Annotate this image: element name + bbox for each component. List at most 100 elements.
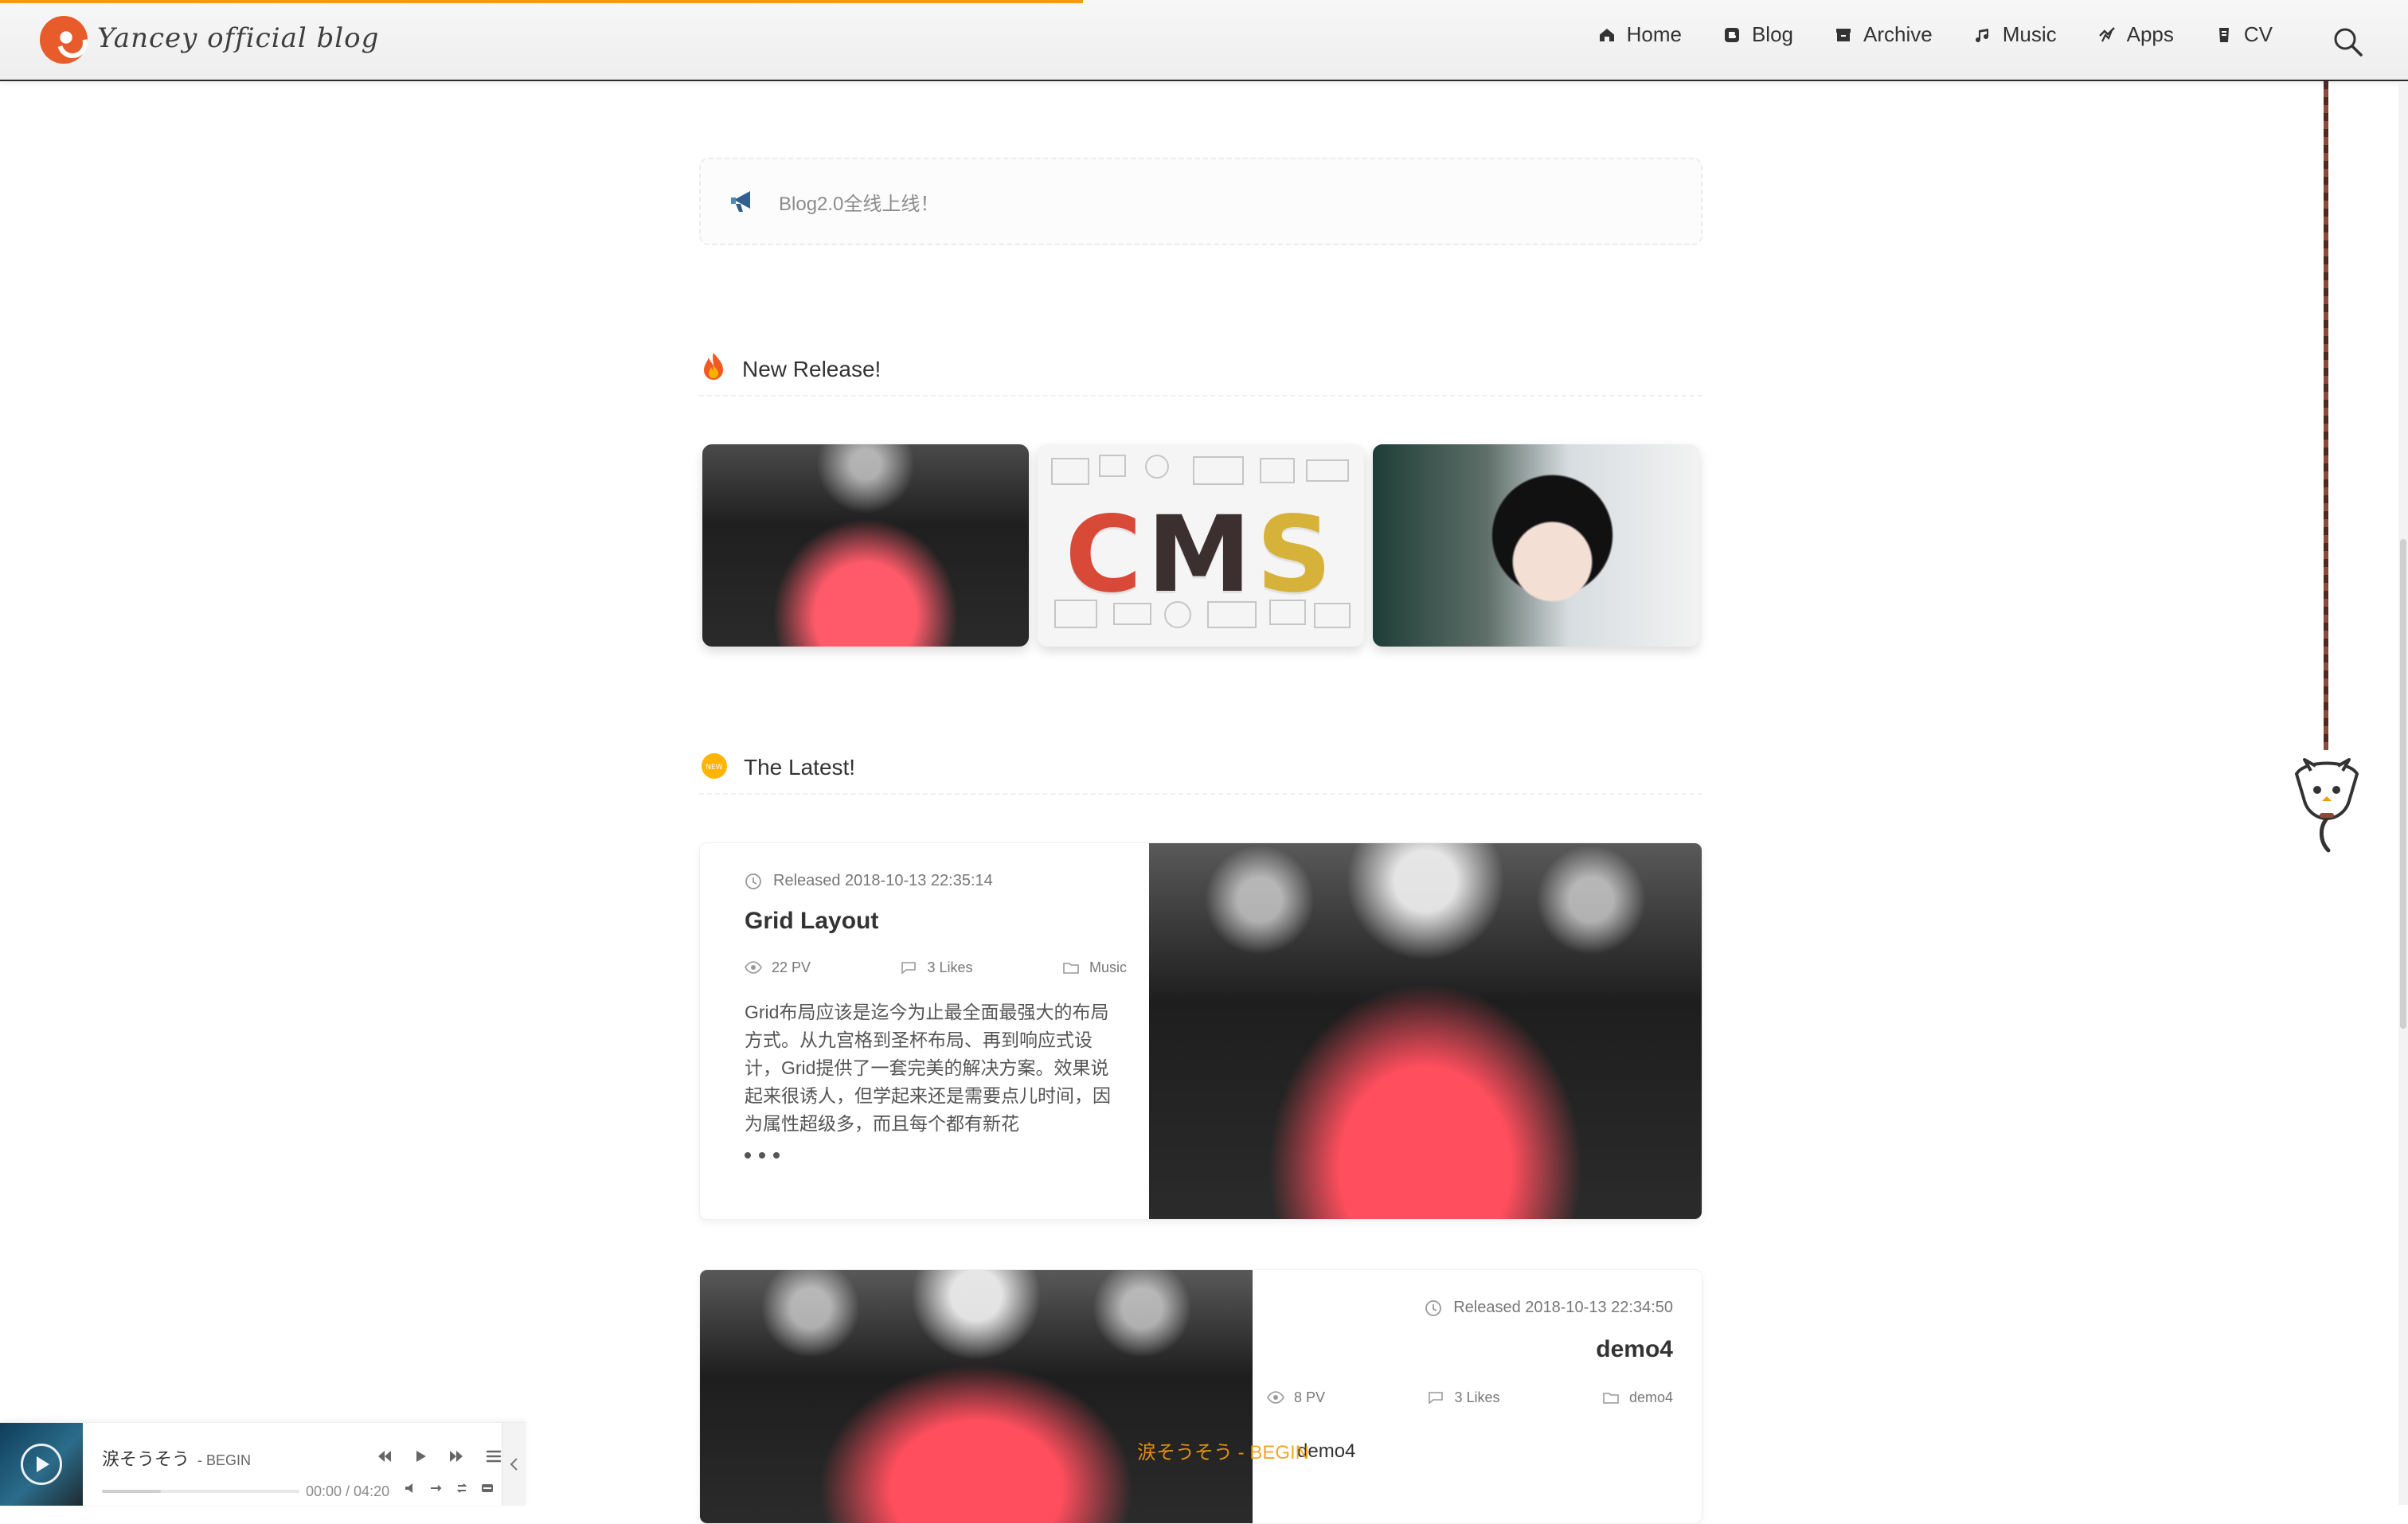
post-title[interactable]: Grid Layout (745, 908, 1127, 935)
read-more[interactable] (745, 1152, 1127, 1159)
announcement-text: Blog2.0全线上线！ (779, 193, 940, 215)
post-category-text: demo4 (1628, 1389, 1673, 1405)
section-latest: NEW The Latest! (699, 748, 1702, 795)
eye-icon (745, 959, 762, 976)
rewind-icon[interactable] (373, 1445, 395, 1467)
song-time: 00:00 / 04:20 (306, 1483, 390, 1499)
music-player: 涙そうそう - BEGIN 00:00 / 04:20 (0, 1422, 526, 1506)
repeat-icon[interactable] (454, 1480, 470, 1496)
cms-letter-s: S (1256, 494, 1337, 616)
play-icon[interactable] (21, 1444, 62, 1485)
now-playing: 涙そうそう - BEGIN (102, 1445, 251, 1471)
folder-icon (1062, 959, 1080, 976)
comment-icon (1427, 1389, 1444, 1406)
latest-title: The Latest! (744, 755, 856, 780)
cms-letter-c: C (1065, 494, 1147, 616)
new-badge-icon: NEW (699, 751, 729, 785)
post-released-text: Released 2018-10-13 22:34:50 (1453, 1299, 1673, 1316)
nav-cv[interactable]: CV (2214, 22, 2273, 47)
player-controls (373, 1445, 505, 1467)
page-scrollbar[interactable] (2398, 81, 2408, 1505)
post-excerpt: Grid布局应该是迄今为止最全面最强大的布局方式。从九宫格到圣杯布局、再到响应式… (745, 1002, 1111, 1134)
nav-blog[interactable]: Blog (1722, 22, 1793, 47)
post-category[interactable]: demo4 (1602, 1389, 1673, 1406)
svg-text:NEW: NEW (706, 764, 722, 772)
brand[interactable]: Yancey official blog (40, 16, 379, 64)
search-icon[interactable] (2330, 24, 2365, 59)
blog-icon (1722, 25, 1742, 45)
post-category[interactable]: Music (1062, 959, 1127, 976)
section-new-release: New Release! (699, 350, 1702, 397)
brand-logo (40, 16, 88, 64)
music-icon (1972, 25, 1993, 45)
new-release-title: New Release! (742, 357, 882, 381)
post-card-body: Released 2018-10-13 22:35:14 Grid Layout… (745, 872, 1127, 1159)
player-extra-controls (403, 1480, 495, 1496)
release-card-portrait[interactable] (1373, 444, 1699, 647)
song-progress-fill (102, 1490, 162, 1493)
volume-icon[interactable] (403, 1480, 419, 1496)
player-collapse[interactable] (502, 1423, 526, 1506)
fire-icon (699, 351, 728, 389)
cms-letter-m: M (1147, 494, 1257, 616)
archive-icon (1833, 25, 1854, 45)
megaphone-icon (728, 183, 761, 221)
post-likes: 3 Likes (900, 959, 973, 976)
rope-decoration (2324, 81, 2328, 750)
cv-icon (2214, 25, 2234, 45)
more-dot (759, 1152, 765, 1159)
post-cover[interactable] (700, 1270, 1253, 1523)
post-card-body: Released 2018-10-13 22:34:50 demo4 8 PV … (1267, 1299, 1673, 1406)
album-cover[interactable] (0, 1423, 83, 1506)
more-dot (773, 1152, 780, 1159)
post-cover[interactable] (1149, 843, 1702, 1219)
nav-music-label: Music (2002, 22, 2057, 46)
clock-icon (745, 873, 762, 890)
release-card-concert[interactable] (702, 444, 1029, 647)
cms-word: CMS (1038, 494, 1364, 616)
fast-forward-icon[interactable] (446, 1445, 468, 1467)
post-likes-text: 3 Likes (1454, 1389, 1500, 1405)
post-pv-text: 8 PV (1294, 1389, 1326, 1405)
nav-music[interactable]: Music (1972, 22, 2057, 47)
post-stats: 8 PV 3 Likes demo4 (1267, 1389, 1673, 1406)
post-pv: 22 PV (745, 959, 811, 976)
song-title: 涙そうそう (102, 1449, 190, 1469)
main-content: Blog2.0全线上线！ New Release! CMS NEW The La… (699, 0, 1702, 1524)
eye-icon (1267, 1389, 1284, 1406)
post-likes: 3 Likes (1427, 1389, 1500, 1406)
clock-icon (1425, 1299, 1442, 1317)
post-released: Released 2018-10-13 22:34:50 (1267, 1299, 1673, 1317)
post-stats: 22 PV 3 Likes Music (745, 959, 1127, 976)
more-dot (745, 1152, 751, 1159)
folder-icon (1602, 1389, 1620, 1406)
lyrics-icon[interactable] (479, 1480, 495, 1496)
release-card-cms[interactable]: CMS (1038, 444, 1364, 647)
order-icon[interactable] (428, 1480, 444, 1496)
nav-archive[interactable]: Archive (1833, 22, 1933, 47)
post-likes-text: 3 Likes (927, 959, 973, 975)
announcement: Blog2.0全线上线！ (699, 158, 1702, 245)
post-pv-text: 22 PV (772, 959, 811, 975)
nav-cv-label: CV (2243, 22, 2273, 46)
nav-apps-label: Apps (2126, 22, 2174, 46)
nav-blog-label: Blog (1751, 22, 1793, 46)
scrollbar-thumb[interactable] (2400, 539, 2406, 1029)
post-category-text: Music (1089, 959, 1127, 975)
play-icon[interactable] (409, 1445, 432, 1467)
post-cover-image (1149, 843, 1702, 1219)
post-pv: 8 PV (1267, 1389, 1325, 1406)
post-cover-image (700, 1270, 1253, 1523)
post-released: Released 2018-10-13 22:35:14 (745, 872, 1127, 890)
comment-icon (900, 959, 917, 976)
nav-apps[interactable]: Apps (2097, 22, 2174, 47)
post-title[interactable]: demo4 (1267, 1336, 1673, 1363)
apps-icon (2097, 25, 2117, 45)
song-progress[interactable] (102, 1490, 299, 1493)
post-card[interactable]: Released 2018-10-13 22:35:14 Grid Layout… (699, 842, 1702, 1220)
post-card[interactable]: Released 2018-10-13 22:34:50 demo4 8 PV … (699, 1269, 1702, 1524)
lyric-overlay: 涙そうそう - BEGIN (1137, 1442, 1310, 1463)
nav-archive-label: Archive (1863, 22, 1933, 46)
song-artist: - BEGIN (197, 1452, 252, 1468)
hanging-cat-icon[interactable] (2282, 742, 2371, 862)
